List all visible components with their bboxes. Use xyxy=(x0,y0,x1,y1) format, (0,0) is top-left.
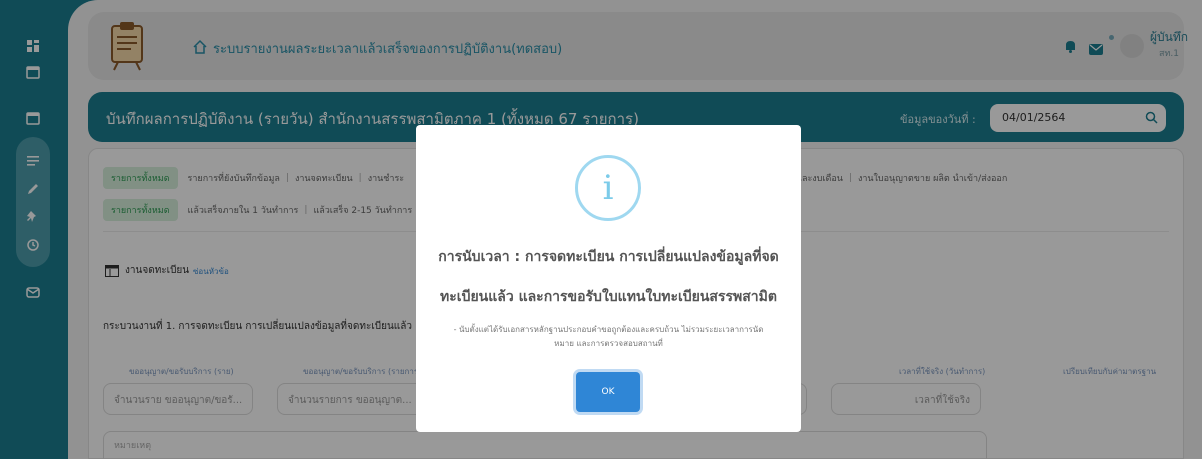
dialog-title-line-1: การนับเวลา : การจดทะเบียน การเปลี่ยนแปลง… xyxy=(438,249,779,265)
ok-button[interactable]: OK xyxy=(576,372,640,412)
info-dialog: i การนับเวลา : การจดทะเบียน การเปลี่ยนแป… xyxy=(416,125,801,432)
dialog-title: การนับเวลา : การจดทะเบียน การเปลี่ยนแปลง… xyxy=(428,237,789,317)
info-icon: i xyxy=(575,155,641,221)
dialog-title-line-2: ทะเบียนแล้ว และการขอรับใบแทนใบทะเบียนสรร… xyxy=(440,289,777,305)
dialog-text: - นับตั้งแต่ได้รับเอกสารหลักฐานประกอบคำข… xyxy=(446,323,771,351)
dialog-text-line-1: - นับตั้งแต่ได้รับเอกสารหลักฐานประกอบคำข… xyxy=(453,325,764,334)
info-glyph: i xyxy=(602,168,614,208)
dialog-text-line-2: หมาย และการตรวจสอบสถานที่ xyxy=(554,339,663,348)
